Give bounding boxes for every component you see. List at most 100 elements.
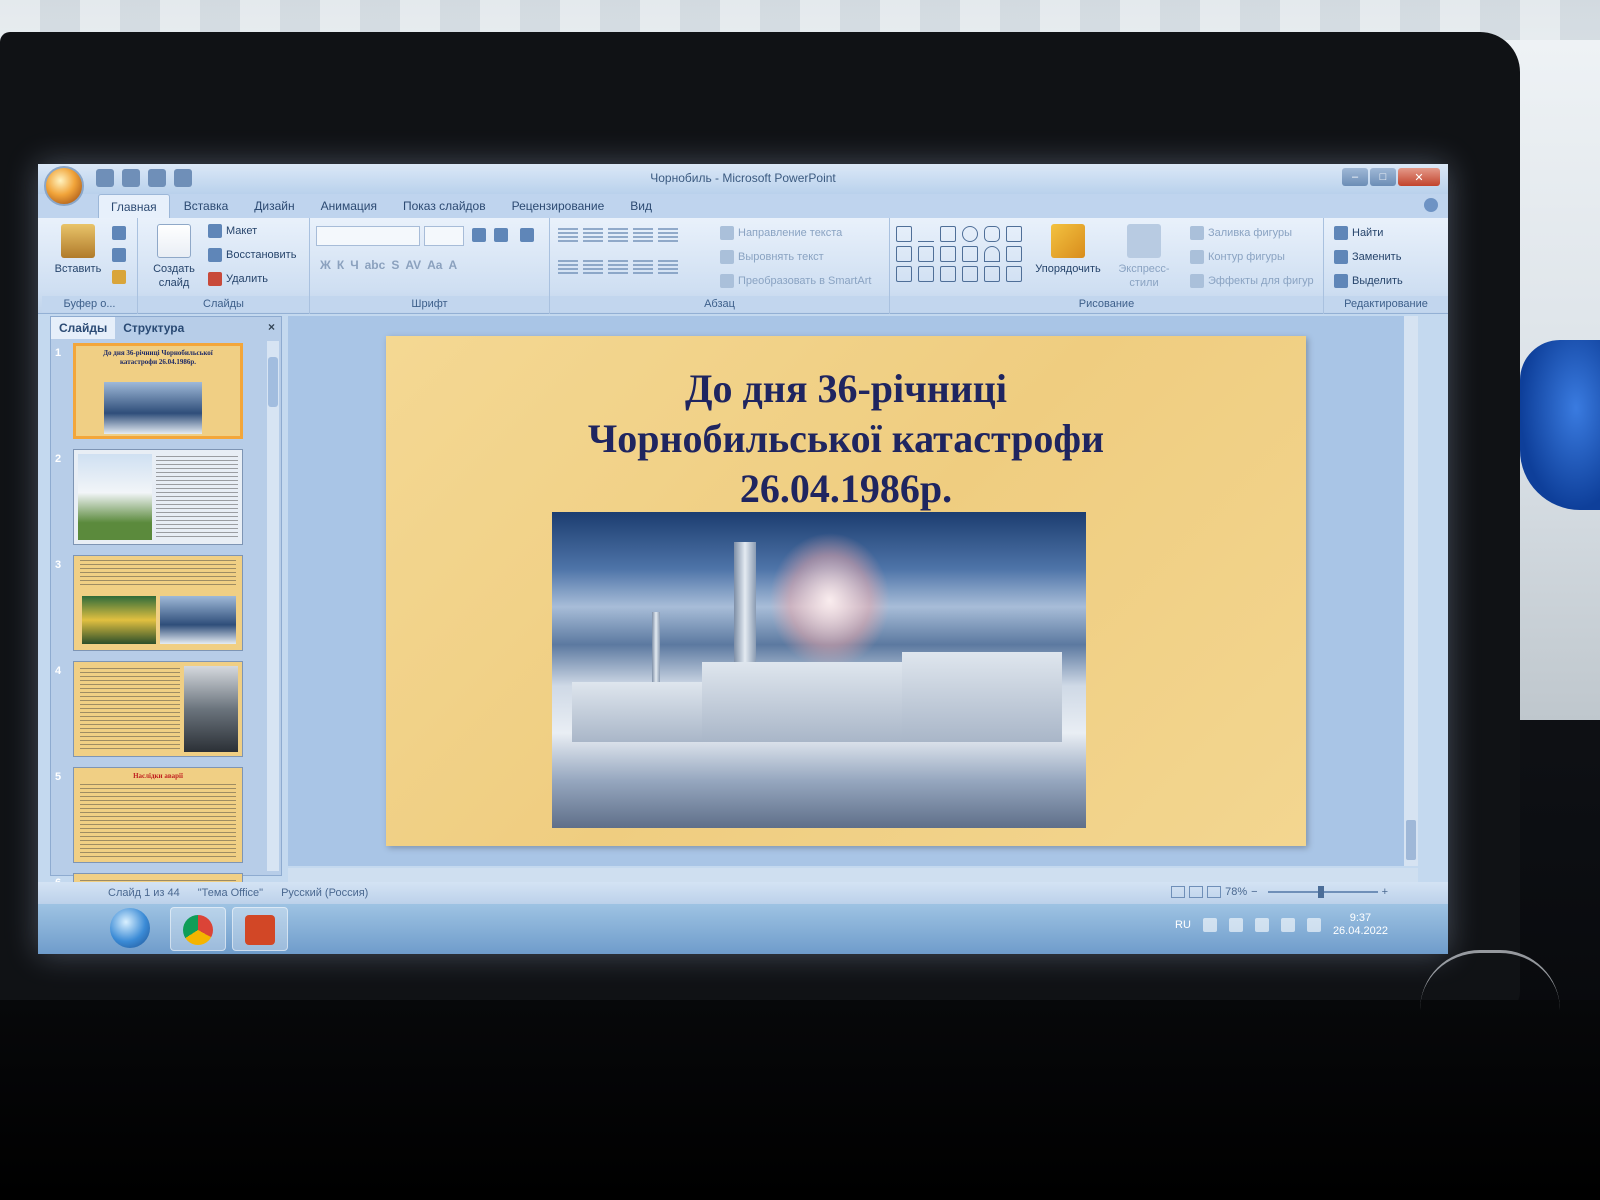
align-center-icon[interactable] <box>583 260 603 276</box>
arrange-button[interactable]: Упорядочить <box>1030 224 1106 276</box>
layout-button[interactable]: Макет <box>208 224 257 238</box>
font-color-button[interactable]: A <box>448 258 457 272</box>
arrow-down-shape-icon[interactable] <box>962 246 978 262</box>
spacing-button[interactable]: AV <box>405 258 421 272</box>
delete-slide-button[interactable]: Удалить <box>208 272 268 286</box>
more-shapes-icon[interactable] <box>1006 226 1022 242</box>
sorter-view-icon[interactable] <box>1189 886 1204 898</box>
numbering-icon[interactable] <box>583 228 603 244</box>
input-language[interactable]: RU <box>1175 919 1191 931</box>
clear-format-button[interactable] <box>520 228 534 242</box>
shadow-button[interactable]: S <box>391 258 399 272</box>
tab-view[interactable]: Вид <box>618 194 664 218</box>
justify-icon[interactable] <box>633 260 653 276</box>
find-button[interactable]: Найти <box>1334 226 1383 240</box>
tab-home[interactable]: Главная <box>98 194 170 218</box>
slide-thumbnail-row[interactable]: 4 <box>51 661 281 763</box>
quick-styles-button[interactable]: Экспресс-стили <box>1104 224 1184 290</box>
reset-button[interactable]: Восстановить <box>208 248 296 262</box>
tab-animation[interactable]: Анимация <box>309 194 389 218</box>
current-slide[interactable]: До дня 36-річниці Чорнобильської катастр… <box>386 336 1306 846</box>
office-button[interactable] <box>44 166 84 206</box>
tab-insert[interactable]: Вставка <box>172 194 241 218</box>
tray-arrow-icon[interactable] <box>1202 918 1217 932</box>
slide-title[interactable]: До дня 36-річниці Чорнобильської катастр… <box>386 364 1306 514</box>
align-right-icon[interactable] <box>608 260 628 276</box>
brace-shape-icon[interactable] <box>1006 246 1022 262</box>
slide-thumbnail[interactable] <box>73 555 243 651</box>
align-left-icon[interactable] <box>558 260 578 276</box>
text-direction-button[interactable]: Направление текста <box>720 226 842 240</box>
taskbar-powerpoint[interactable] <box>232 907 288 951</box>
bullets-icon[interactable] <box>558 228 578 244</box>
cut-button[interactable] <box>112 226 126 240</box>
triangle-shape-icon[interactable] <box>896 246 912 262</box>
slide-scrollbar[interactable] <box>1404 316 1418 866</box>
pane-scrollbar[interactable] <box>267 341 279 871</box>
maximize-button[interactable]: □ <box>1370 168 1396 186</box>
line-spacing-icon[interactable] <box>658 228 678 244</box>
bold-button[interactable]: Ж <box>320 258 331 272</box>
clock[interactable]: 9:37 26.04.2022 <box>1333 912 1388 938</box>
zoom-out-icon[interactable]: − <box>1251 886 1257 898</box>
star-shape-icon[interactable] <box>1006 266 1022 282</box>
tab-slides[interactable]: Слайды <box>51 317 116 339</box>
rounded-rect-shape-icon[interactable] <box>984 226 1000 242</box>
notes-area[interactable] <box>288 868 1418 882</box>
font-name-select[interactable] <box>316 226 420 246</box>
close-button[interactable]: ✕ <box>1398 168 1440 186</box>
slide-thumbnail[interactable] <box>73 449 243 545</box>
antivirus-icon[interactable] <box>1228 918 1243 932</box>
bracket-shape-icon[interactable] <box>940 266 956 282</box>
curve-shape-icon[interactable] <box>984 246 1000 262</box>
paste-button[interactable]: Вставить <box>52 224 104 276</box>
change-case-button[interactable]: Aa <box>427 258 442 272</box>
callout-shape-icon[interactable] <box>918 266 934 282</box>
shapes-gallery[interactable] <box>896 226 1024 282</box>
start-button[interactable] <box>110 908 150 948</box>
columns-icon[interactable] <box>658 260 678 276</box>
brace-right-shape-icon[interactable] <box>984 266 1000 282</box>
line-shape-icon[interactable] <box>918 226 934 242</box>
underline-button[interactable]: Ч <box>350 258 358 272</box>
arrow-right-shape-icon[interactable] <box>940 246 956 262</box>
slide-thumbnail[interactable] <box>73 661 243 757</box>
slide-photo[interactable] <box>552 512 1086 828</box>
tab-slideshow[interactable]: Показ слайдов <box>391 194 498 218</box>
network-icon[interactable] <box>1280 918 1295 932</box>
volume-icon[interactable] <box>1306 918 1321 932</box>
new-slide-button[interactable]: Создать слайд <box>144 224 204 290</box>
copy-button[interactable] <box>112 248 126 262</box>
minimize-button[interactable]: – <box>1342 168 1368 186</box>
select-button[interactable]: Выделить <box>1334 274 1403 288</box>
font-size-select[interactable] <box>424 226 464 246</box>
taskbar-chrome[interactable] <box>170 907 226 951</box>
slide-nav-buttons[interactable] <box>1406 820 1416 860</box>
slide-thumbnail[interactable]: До дня 36-річниці Чорнобильської катастр… <box>73 343 243 439</box>
oval-shape-icon[interactable] <box>962 226 978 242</box>
grow-font-button[interactable] <box>472 228 486 242</box>
zoom-in-icon[interactable]: + <box>1382 886 1388 898</box>
format-painter-button[interactable] <box>112 270 126 284</box>
slide-thumbnail-row[interactable]: 1 До дня 36-річниці Чорнобильської катас… <box>51 343 281 445</box>
shape-effects-button[interactable]: Эффекты для фигур <box>1190 274 1314 288</box>
slide-thumbnail-row[interactable]: 5 Наслідки аварії <box>51 767 281 869</box>
freeform-shape-icon[interactable] <box>896 266 912 282</box>
pane-close-icon[interactable]: × <box>268 320 275 334</box>
flag-icon[interactable] <box>1254 918 1269 932</box>
normal-view-icon[interactable] <box>1171 886 1186 898</box>
zoom-slider[interactable] <box>1267 886 1378 898</box>
shape-outline-button[interactable]: Контур фигуры <box>1190 250 1285 264</box>
connector-shape-icon[interactable] <box>918 246 934 262</box>
slide-thumbnail-row[interactable]: 2 <box>51 449 281 551</box>
smartart-button[interactable]: Преобразовать в SmartArt <box>720 274 871 288</box>
tab-design[interactable]: Дизайн <box>242 194 306 218</box>
tab-outline[interactable]: Структура <box>115 317 192 339</box>
strikethrough-button[interactable]: abc <box>365 258 386 272</box>
italic-button[interactable]: К <box>337 258 344 272</box>
help-icon[interactable] <box>1424 198 1438 212</box>
tab-review[interactable]: Рецензирование <box>500 194 617 218</box>
replace-button[interactable]: Заменить <box>1334 250 1401 264</box>
shrink-font-button[interactable] <box>494 228 508 242</box>
shape-fill-button[interactable]: Заливка фигуры <box>1190 226 1292 240</box>
